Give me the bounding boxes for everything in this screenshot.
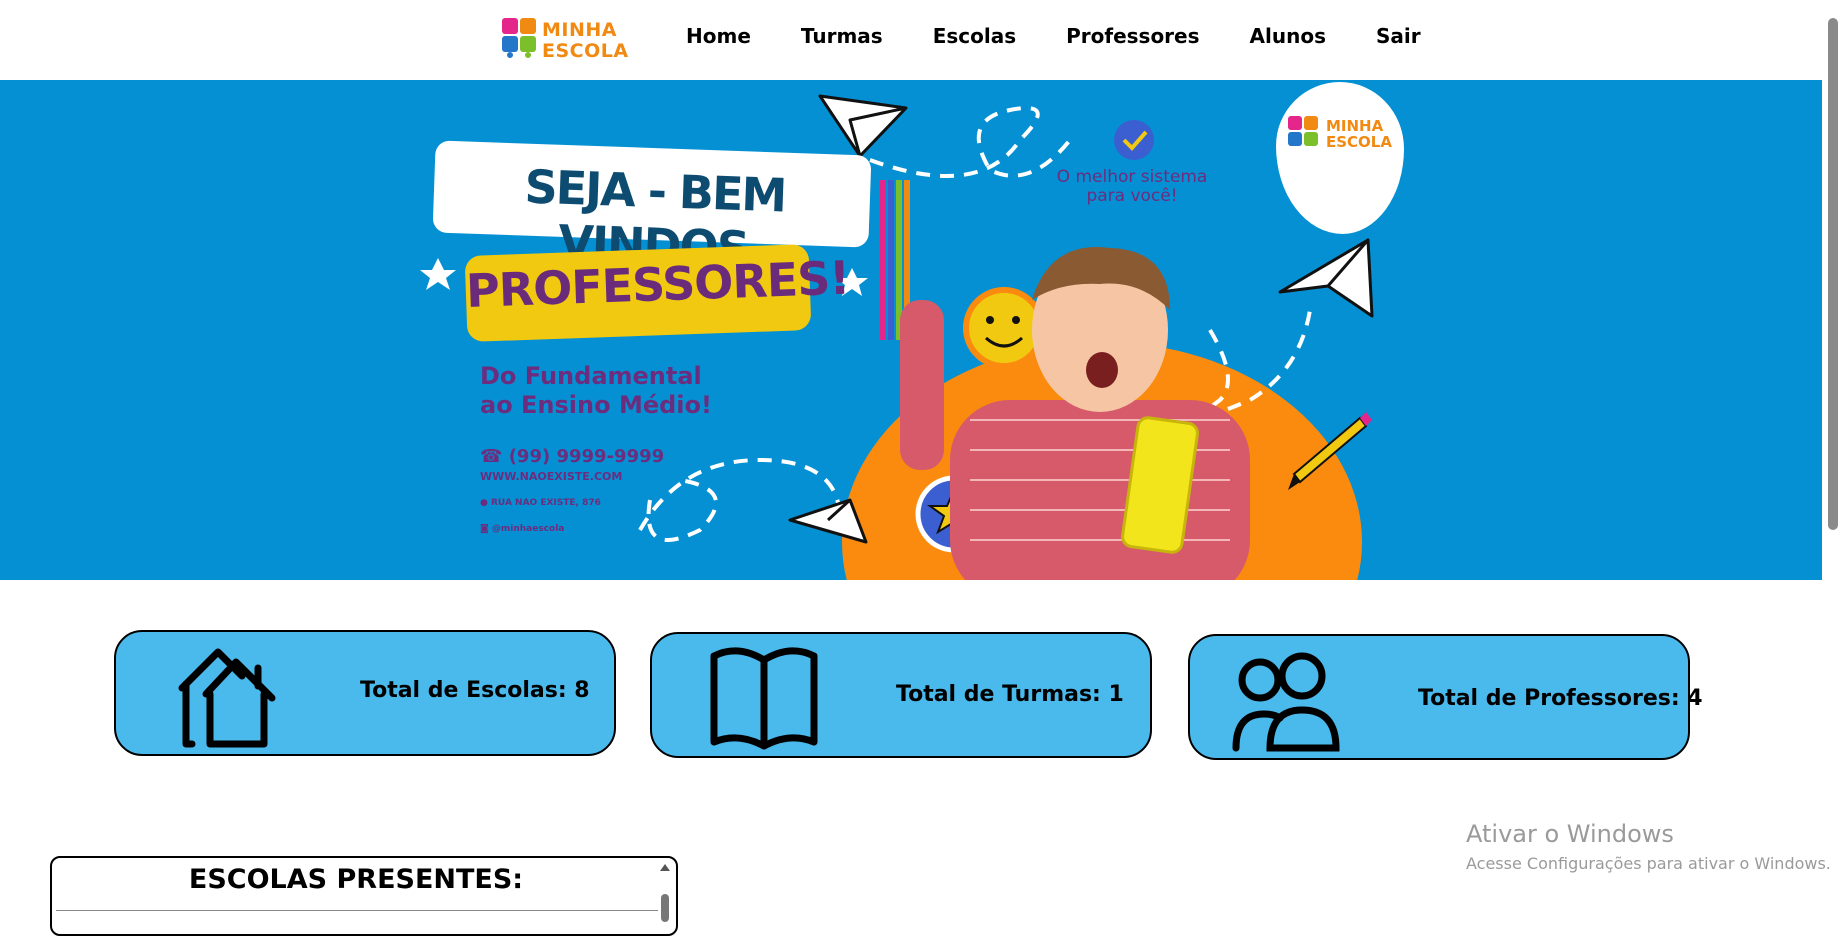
card-total-turmas[interactable]: Total de Turmas: 1 [650, 632, 1152, 758]
page-scroll-thumb[interactable] [1828, 18, 1838, 530]
student-boy-illustration [900, 247, 1250, 580]
hero-banner: MINHA ESCOLA SEJA - BEM VINDOS PROFESSOR… [0, 80, 1822, 580]
nav-links: Home Turmas Escolas Professores Alunos S… [686, 24, 1471, 48]
total-professores-label: Total de Professores: 4 [1418, 686, 1703, 711]
camera-icon: ◙ [480, 524, 489, 534]
card-total-escolas[interactable]: Total de Escolas: 8 [114, 630, 616, 756]
house-icon [178, 648, 276, 748]
address-text: RUA NAO EXISTE, 876 [491, 498, 601, 508]
hero-motto: O melhor sistema para você! [1044, 168, 1220, 206]
windows-activation-watermark: Ativar o Windows Acesse Configurações pa… [1466, 820, 1831, 873]
puzzle-logo-icon [502, 18, 536, 58]
brand-name-line1: MINHA [542, 19, 617, 41]
hero-tagline: Do Fundamental ao Ensino Médio! [480, 362, 712, 420]
tagline-line2: ao Ensino Médio! [480, 391, 712, 419]
nav-professores[interactable]: Professores [1066, 24, 1199, 48]
divider [56, 910, 658, 911]
phone-number: (99) 9999-9999 [508, 446, 665, 467]
hero-website: WWW.NAOEXISTE.COM [480, 470, 623, 483]
watermark-line1: Ativar o Windows [1466, 820, 1674, 848]
total-escolas-label: Total de Escolas: 8 [360, 678, 590, 703]
panel-scrollbar[interactable] [658, 862, 672, 922]
scroll-thumb [661, 894, 669, 922]
hero-logo-text: MINHA ESCOLA [1326, 118, 1392, 150]
open-book-icon [710, 647, 818, 750]
card-total-professores[interactable]: Total de Professores: 4 [1188, 634, 1703, 760]
page-scrollbar[interactable] [1822, 0, 1844, 914]
nav-home[interactable]: Home [686, 24, 751, 48]
schools-panel-title: ESCOLAS PRESENTES: [188, 864, 524, 895]
hero-address: ● RUA NAO EXISTE, 876 [480, 498, 601, 508]
verified-badge-icon [1114, 120, 1154, 160]
watermark-line2: Acesse Configurações para ativar o Windo… [1466, 854, 1831, 873]
brand-name: MINHA ESCOLA [542, 20, 629, 62]
hero-phone: ☎ (99) 9999-9999 [480, 446, 664, 467]
schools-panel: ESCOLAS PRESENTES: [50, 856, 678, 936]
users-icon [1232, 652, 1340, 752]
total-turmas-label: Total de Turmas: 1 [896, 682, 1124, 707]
puzzle-logo-icon [1288, 116, 1318, 146]
nav-sair[interactable]: Sair [1376, 24, 1421, 48]
hero-logo-line1: MINHA [1326, 117, 1384, 135]
scroll-up-arrow-icon [660, 864, 670, 871]
paper-plane-icon [818, 94, 908, 158]
nav-escolas[interactable]: Escolas [933, 24, 1016, 48]
hero-logo-line2: ESCOLA [1326, 133, 1392, 151]
instagram-handle: @minhaescola [491, 524, 565, 534]
location-pin-icon: ● [480, 498, 488, 508]
phone-icon: ☎ [480, 446, 503, 467]
hero-instagram: ◙ @minhaescola [480, 524, 564, 534]
motto-line2: para você! [1086, 186, 1178, 206]
brand-logo[interactable]: MINHA ESCOLA [498, 14, 628, 70]
paper-plane-icon [788, 498, 868, 544]
pencil-icon [1288, 412, 1372, 490]
nav-alunos[interactable]: Alunos [1250, 24, 1326, 48]
tagline-line1: Do Fundamental [480, 362, 702, 390]
motto-line1: O melhor sistema [1056, 167, 1208, 187]
nav-turmas[interactable]: Turmas [801, 24, 883, 48]
brand-name-line2: ESCOLA [542, 40, 629, 62]
top-navbar: MINHA ESCOLA Home Turmas Escolas Profess… [0, 0, 1844, 80]
